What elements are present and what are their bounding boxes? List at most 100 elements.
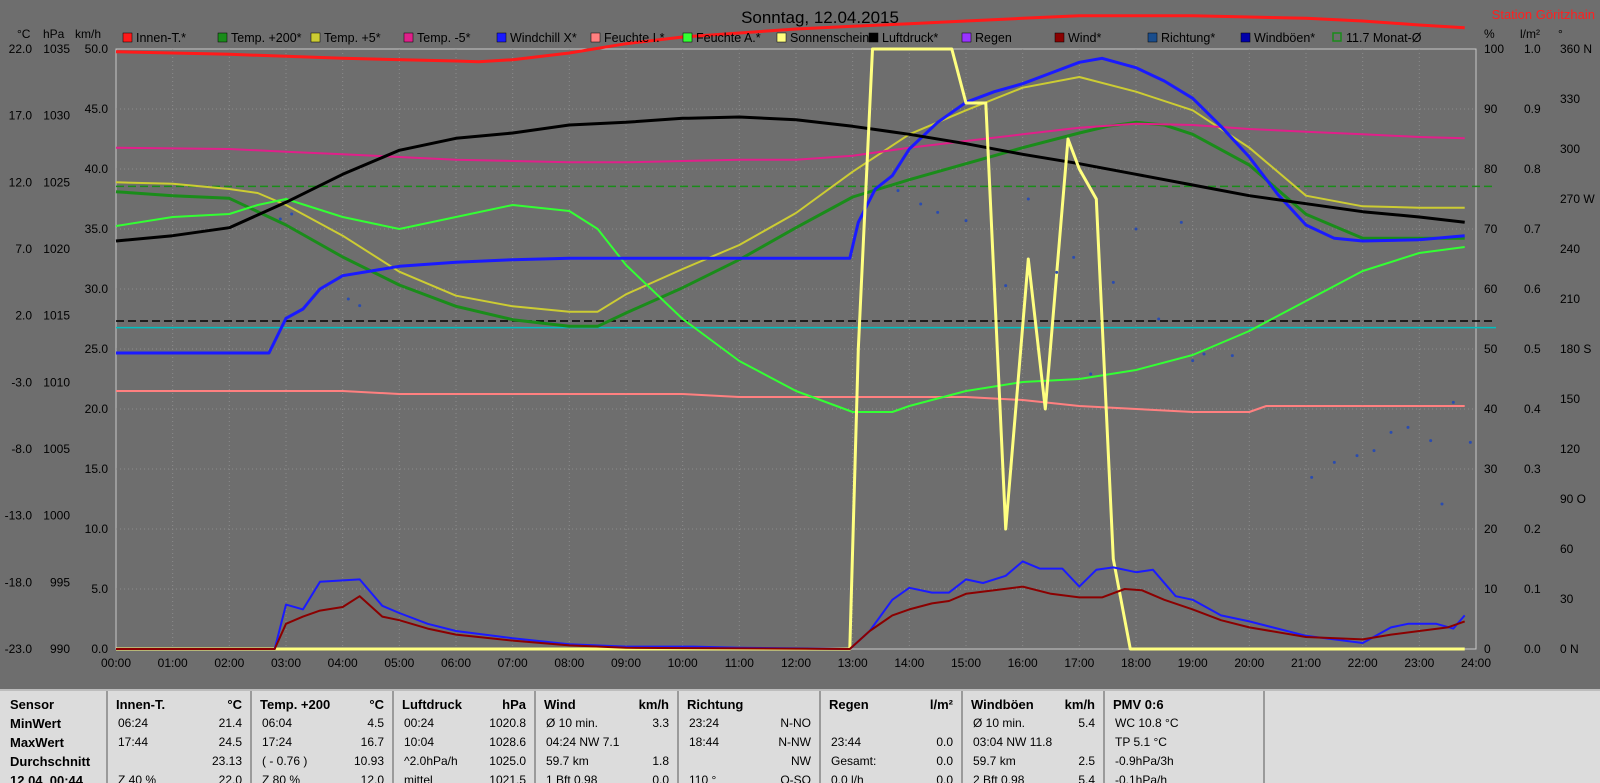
direction-tick-label: 90 O [1560,492,1586,506]
table-row-labels: Sensor MinWert MaxWert Durchschnitt 12.0… [0,691,108,783]
legend-label: Feuchte A.* [696,31,761,45]
table-column: Windböen km/h Ø 10 min. 5.4 03:04 NW 11.8 59.… [963,691,1105,783]
temp-tick-label: -18.0 [5,575,33,589]
legend-label: Richtung* [1161,31,1215,45]
cell-left: Z 80 % [262,773,301,783]
direction-point [1389,430,1393,434]
legend-label: Windböen* [1254,31,1315,45]
direction-point [1179,220,1183,224]
legend-swatch [868,32,879,43]
row-label-average: Durchschnitt [10,754,91,769]
cell-left: -0.1hPa/h [1115,773,1168,783]
pressure-tick-label: 1020 [43,242,70,256]
cell-value: N-NW [778,735,811,749]
direction-tick-label: 30 [1560,592,1574,606]
table-column: Innen-T. °C 06:24 21.4 17:44 24.5 23.13 Z 40 % 2… [108,691,252,783]
cell-value: 5.4 [1078,773,1095,783]
wind-tick-label: 50.0 [85,42,109,56]
humidity-tick-label: 80 [1484,162,1498,176]
x-tick-label: 18:00 [1121,656,1151,670]
table-column: Regen l/m² 23:44 0.0 Gesamt: 0.0 0.0 l/h 0.0 [821,691,963,783]
direction-point [1111,280,1115,284]
direction-tick-label: 330 [1560,92,1580,106]
direction-point [1440,502,1444,506]
direction-point [1429,439,1433,443]
legend-label: Temp. +200* [231,31,302,45]
legend-swatch [1147,32,1158,43]
direction-point [1310,475,1314,479]
rain-tick-label: 0.4 [1524,402,1541,416]
cell-left: 59.7 km [546,754,589,768]
cell-value: 23.13 [211,754,242,768]
pressure-tick-label: 1010 [43,375,70,389]
direction-tick-label: 150 [1560,392,1580,406]
humidity-tick-label: 100 [1484,42,1504,56]
direction-point [1055,270,1059,274]
temp-tick-label: -13.0 [5,509,33,523]
table-column: PMV 0:6 WC 10.8 °C TP 5.1 °C -0.9hPa/3h -0.1… [1105,691,1265,783]
cell-left: Ø 10 min. [546,716,599,730]
cell-value: 16.7 [360,735,384,749]
x-tick-label: 07:00 [498,656,528,670]
cell-left: 1 Bft 0.98 [546,773,598,783]
direction-point [358,304,362,308]
direction-point [1451,400,1455,404]
pressure-tick-label: 1015 [43,309,70,323]
direction-point [1202,352,1206,356]
direction-point [896,189,900,193]
cell-left: 18:44 [689,735,720,749]
axis-header-kmh: km/h [75,27,101,41]
column-title: Innen-T. [116,697,166,712]
cell-value: 1028.6 [489,735,526,749]
cell-left: 06:04 [262,716,293,730]
legend-swatch [682,32,693,43]
direction-tick-label: 270 W [1560,192,1595,206]
pressure-tick-label: 1025 [43,175,70,189]
x-tick-label: 21:00 [1291,656,1321,670]
cell-value: 21.4 [218,716,242,730]
wind-tick-label: 10.0 [85,522,109,536]
cell-value: 3.3 [652,716,669,730]
direction-point [1406,425,1410,429]
cell-left: 00:24 [404,716,435,730]
legend-swatch [1240,32,1251,43]
direction-tick-label: 360 N [1560,42,1592,56]
table-column: Temp. +200 °C 06:04 4.5 17:24 16.7 ( - 0.76 ) 1… [252,691,394,783]
column-unit: l/m² [929,697,953,712]
rain-tick-label: 0.7 [1524,222,1541,236]
pressure-tick-label: 1030 [43,109,70,123]
cell-value: 1021.5 [489,773,526,783]
direction-tick-label: 60 [1560,542,1574,556]
legend-item: 11.7 Monat-Ø [1332,31,1422,45]
cell-left: 06:24 [118,716,149,730]
direction-tick-label: 120 [1560,442,1580,456]
humidity-tick-label: 60 [1484,282,1498,296]
legend-swatch [496,32,507,43]
x-tick-label: 12:00 [781,656,811,670]
cell-value: 12.0 [360,773,384,783]
rain-tick-label: 0.9 [1524,102,1541,116]
direction-point [1157,317,1161,321]
cell-left: 0.0 l/h [831,773,864,783]
column-title: Windböen [971,697,1034,712]
x-tick-label: 15:00 [951,656,981,670]
legend-item: Sonnenschein [776,31,869,45]
cell-value: NW [791,754,811,768]
wind-tick-label: 25.0 [85,342,109,356]
rain-tick-label: 0.1 [1524,582,1541,596]
humidity-tick-label: 30 [1484,462,1498,476]
x-tick-label: 13:00 [838,656,868,670]
cell-left: 17:44 [118,735,149,749]
legend-swatch [961,32,972,43]
temp-tick-label: 2.0 [15,309,32,323]
direction-point [1355,454,1359,458]
pressure-tick-label: 1005 [43,442,70,456]
x-tick-label: 20:00 [1234,656,1264,670]
wind-tick-label: 5.0 [91,582,108,596]
rain-tick-label: 0.8 [1524,162,1541,176]
x-tick-label: 01:00 [158,656,188,670]
rain-tick-label: 0.0 [1524,642,1541,656]
row-label-max: MaxWert [10,735,64,750]
cell-left: 04:24 NW 7.1 [546,735,620,749]
direction-point [1372,449,1376,453]
